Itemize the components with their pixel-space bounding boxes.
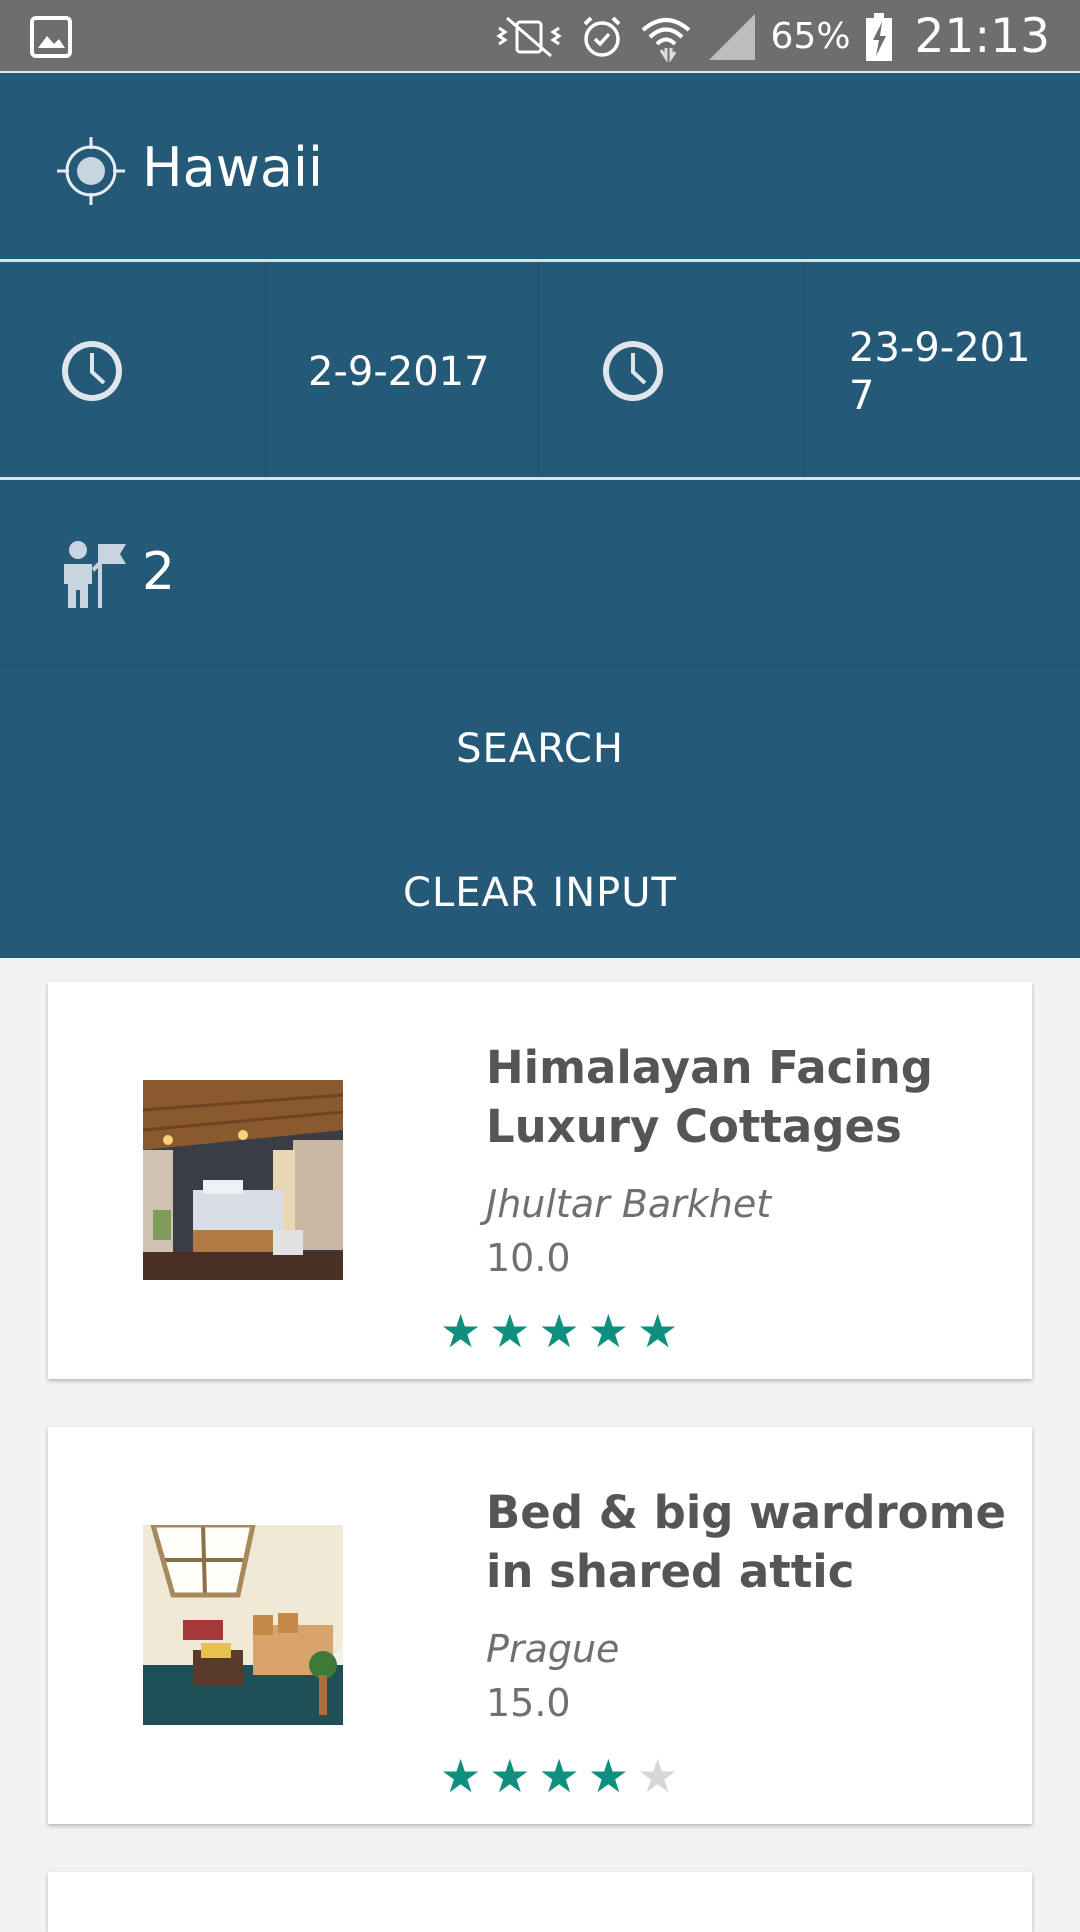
listing-price: 10.0 — [486, 1236, 571, 1280]
clock-icon — [599, 337, 667, 409]
battery-percent: 65% — [770, 16, 851, 57]
location-value[interactable]: Hawaii — [142, 135, 323, 201]
wifi-icon — [639, 12, 693, 62]
star-filled-icon: ★ — [637, 1304, 679, 1358]
star-filled-icon: ★ — [587, 1749, 629, 1803]
star-filled-icon: ★ — [489, 1304, 531, 1358]
star-filled-icon: ★ — [538, 1749, 580, 1803]
battery-charging-icon — [865, 12, 893, 62]
guests-count: 2 — [142, 542, 176, 602]
star-filled-icon: ★ — [489, 1749, 531, 1803]
clear-input-button[interactable]: CLEAR INPUT — [0, 862, 1080, 922]
listing-price: 15.0 — [486, 1681, 571, 1725]
result-card[interactable]: Bed & big wardrome in shared attic Pragu… — [48, 1427, 1032, 1824]
alarm-icon — [579, 14, 625, 60]
rating-stars: ★ ★ ★ ★ ★ — [440, 1753, 678, 1799]
listing-city: Prague — [486, 1627, 620, 1671]
rating-stars: ★ ★ ★ ★ ★ — [440, 1308, 678, 1354]
checkout-date-value: 23-9-2017 — [849, 325, 1031, 419]
clock-time: 21:13 — [914, 9, 1050, 64]
result-card[interactable]: Himalayan Facing Luxury Cottages Jhultar… — [48, 982, 1032, 1379]
checkout-date-field[interactable]: 23-9-2017 — [805, 262, 1080, 477]
listing-title: Himalayan Facing Luxury Cottages — [486, 1041, 933, 1153]
action-buttons: SEARCH CLEAR INPUT — [0, 666, 1080, 958]
checkin-date-value: 2-9-2017 — [308, 349, 490, 395]
status-bar: 65% 21:13 — [0, 0, 1080, 73]
listing-city: Jhultar Barkhet — [486, 1182, 772, 1226]
location-target-icon — [55, 135, 127, 211]
listing-photo — [143, 1080, 343, 1280]
guide-person-flag-icon — [58, 538, 130, 614]
signal-icon — [707, 12, 757, 62]
gallery-icon — [30, 16, 72, 62]
star-empty-icon: ★ — [637, 1749, 679, 1803]
guests-field[interactable]: 2 — [0, 480, 1080, 666]
mute-vibrate-icon — [493, 14, 565, 60]
date-range-row: 2-9-2017 23-9-2017 — [0, 262, 1080, 480]
location-field[interactable]: Hawaii — [0, 73, 1080, 262]
checkout-clock-button[interactable] — [539, 262, 805, 477]
star-filled-icon: ★ — [587, 1304, 629, 1358]
checkin-date-field[interactable]: 2-9-2017 — [266, 262, 539, 477]
result-card[interactable] — [48, 1872, 1032, 1932]
search-button[interactable]: SEARCH — [0, 718, 1080, 778]
star-filled-icon: ★ — [440, 1749, 482, 1803]
listing-photo — [143, 1525, 343, 1725]
clock-icon — [58, 337, 126, 409]
star-filled-icon: ★ — [538, 1304, 580, 1358]
listing-title: Bed & big wardrome in shared attic — [486, 1486, 1006, 1598]
checkin-clock-button[interactable] — [0, 262, 266, 477]
star-filled-icon: ★ — [440, 1304, 482, 1358]
